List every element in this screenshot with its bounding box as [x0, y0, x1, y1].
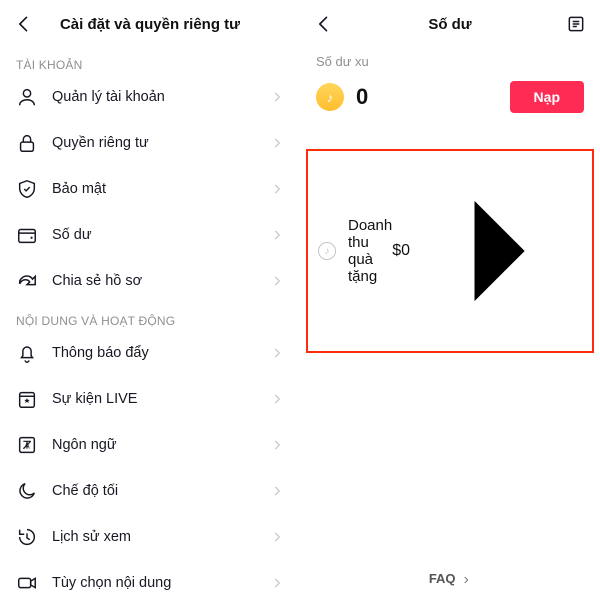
back-icon[interactable]: [314, 14, 334, 34]
row-label: Chia sẻ hồ sơ: [52, 273, 270, 289]
row-account-manage[interactable]: Quản lý tài khoản: [0, 74, 300, 120]
chevron-right-icon: [270, 346, 284, 360]
row-label: Quyền riêng tư: [52, 135, 270, 151]
language-icon: A: [16, 434, 38, 456]
wallet-icon: [16, 224, 38, 246]
row-label: Thông báo đẩy: [52, 345, 270, 361]
row-live-event[interactable]: Sự kiện LIVE: [0, 376, 300, 422]
chevron-right-icon: [270, 576, 284, 590]
balance-caption: Số dư xu: [300, 48, 600, 69]
tiktok-circle-icon: ♪: [318, 242, 336, 260]
section-content-label: NỘI DUNG VÀ HOẠT ĐỘNG: [0, 304, 300, 330]
faq-label: FAQ: [429, 571, 456, 586]
settings-pane: Cài đặt và quyền riêng tư TÀI KHOẢN Quản…: [0, 0, 300, 600]
chevron-right-icon: [270, 274, 284, 288]
chevron-right-icon: [270, 392, 284, 406]
row-label: Lịch sử xem: [52, 529, 270, 545]
row-label: Số dư: [52, 227, 270, 243]
settings-header: Cài đặt và quyền riêng tư: [0, 0, 300, 48]
row-label: Ngôn ngữ: [52, 437, 270, 453]
moon-icon: [16, 480, 38, 502]
chevron-right-icon: [270, 484, 284, 498]
row-share-profile[interactable]: Chia sẻ hồ sơ: [0, 258, 300, 304]
row-label: Sự kiện LIVE: [52, 391, 270, 407]
gift-revenue-row[interactable]: ♪ Doanh thu quà tặng $0: [308, 151, 592, 351]
share-icon: [16, 270, 38, 292]
balance-bar: ♪ 0 Nạp: [300, 69, 600, 129]
row-balance[interactable]: Số dư: [0, 212, 300, 258]
gift-revenue-label: Doanh thu quà tặng: [348, 217, 392, 285]
shield-icon: [16, 178, 38, 200]
chevron-right-icon: [270, 90, 284, 104]
user-icon: [16, 86, 38, 108]
row-privacy[interactable]: Quyền riêng tư: [0, 120, 300, 166]
row-label: Bảo mật: [52, 181, 270, 197]
chevron-right-icon: [270, 182, 284, 196]
transaction-list-icon[interactable]: [566, 14, 586, 34]
chevron-right-icon: [270, 438, 284, 452]
row-language[interactable]: A Ngôn ngữ: [0, 422, 300, 468]
back-icon[interactable]: [14, 14, 34, 34]
chevron-right-icon: [270, 530, 284, 544]
gift-revenue-value: $0: [392, 242, 410, 260]
coin-icon: ♪: [316, 83, 344, 111]
row-dark-mode[interactable]: Chế độ tối: [0, 468, 300, 514]
history-icon: [16, 526, 38, 548]
row-label: Tùy chọn nội dung: [52, 575, 270, 591]
section-account-label: TÀI KHOẢN: [0, 48, 300, 74]
bell-icon: [16, 342, 38, 364]
row-watch-history[interactable]: Lịch sử xem: [0, 514, 300, 560]
balance-title: Số dư: [428, 16, 471, 33]
chevron-right-icon: [270, 136, 284, 150]
faq-link[interactable]: FAQ: [300, 571, 600, 586]
svg-text:A: A: [24, 442, 30, 451]
row-push-notif[interactable]: Thông báo đẩy: [0, 330, 300, 376]
chevron-right-icon: [461, 575, 471, 585]
chevron-right-icon: [410, 165, 582, 337]
row-content-prefs[interactable]: Tùy chọn nội dung: [0, 560, 300, 600]
balance-pane: Số dư Số dư xu ♪ 0 Nạp ♪ Doanh thu quà t…: [300, 0, 600, 600]
settings-title: Cài đặt và quyền riêng tư: [60, 16, 240, 33]
chevron-right-icon: [270, 228, 284, 242]
recharge-button[interactable]: Nạp: [510, 81, 584, 113]
balance-value: 0: [356, 84, 510, 110]
balance-header: Số dư: [300, 0, 600, 48]
row-security[interactable]: Bảo mật: [0, 166, 300, 212]
gift-revenue-highlight: ♪ Doanh thu quà tặng $0: [306, 149, 594, 353]
lock-icon: [16, 132, 38, 154]
calendar-star-icon: [16, 388, 38, 410]
row-label: Chế độ tối: [52, 483, 270, 499]
video-icon: [16, 572, 38, 594]
row-label: Quản lý tài khoản: [52, 89, 270, 105]
